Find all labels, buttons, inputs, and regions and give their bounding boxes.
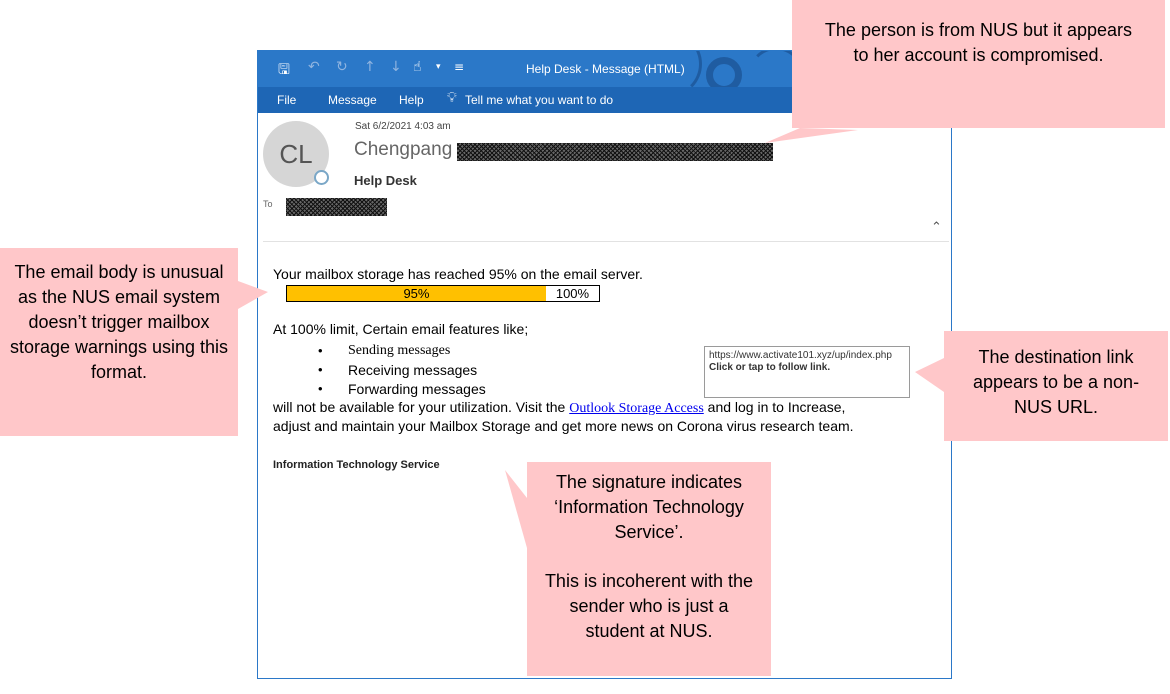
pointer-right [915, 358, 944, 392]
pointer-bottom [505, 470, 527, 548]
callout-spacer [539, 545, 759, 569]
callout-signature-incoherent: The signature indicates ‘Information Tec… [527, 462, 771, 676]
pointer-top-right [765, 128, 858, 143]
callout-unusual-body: The email body is unusual as the NUS ema… [0, 248, 238, 436]
callout-sender-compromised: The person is from NUS but it appears to… [792, 0, 1165, 128]
callout-non-nus-url: The destination link appears to be a non… [944, 331, 1168, 441]
callout-text: The signature indicates ‘Information Tec… [554, 472, 744, 542]
callout-text: This is incoherent with the sender who i… [544, 571, 754, 641]
pointer-left [238, 281, 268, 309]
